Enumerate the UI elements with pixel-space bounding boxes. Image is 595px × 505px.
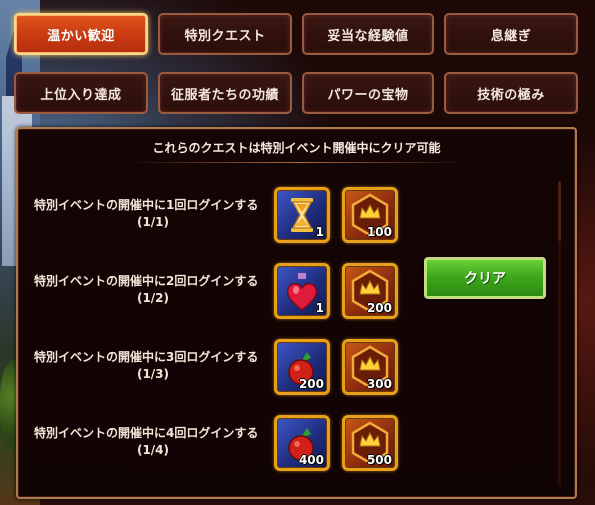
quest-description: 特別イベントの開催中に2回ログインする	[34, 274, 259, 288]
tab-power-treasure[interactable]: パワーの宝物	[302, 72, 434, 114]
reward-qty: 400	[298, 453, 324, 467]
tab-conquerors-deeds[interactable]: 征服者たちの功績	[158, 72, 292, 114]
quest-panel: これらのクエストは特別イベント開催中にクリア可能 特別イベントの開催中に1回ログ…	[16, 127, 577, 499]
reward-item[interactable]: 300	[342, 339, 398, 395]
quest-row: 特別イベントの開催中に1回ログインする (1/1) 1 100 クリア	[18, 187, 575, 299]
quest-row: 特別イベントの開催中に4回ログインする (1/4) 400 500	[18, 415, 575, 503]
quest-label: 特別イベントの開催中に4回ログインする (1/4)	[34, 425, 279, 459]
quest-description: 特別イベントの開催中に4回ログインする	[34, 426, 259, 440]
panel-title: これらのクエストは特別イベント開催中にクリア可能	[152, 141, 441, 155]
reward-item[interactable]: 400	[274, 415, 330, 471]
reward-qty: 200	[366, 301, 392, 315]
quest-progress: (1/3)	[136, 367, 170, 381]
quest-row: 特別イベントの開催中に2回ログインする (1/2) 1 200	[18, 263, 575, 351]
reward-item[interactable]: 1	[274, 263, 330, 319]
tab-special-quest[interactable]: 特別クエスト	[158, 13, 292, 55]
title-divider	[128, 162, 468, 163]
quest-progress: (1/1)	[136, 215, 170, 229]
quest-description: 特別イベントの開催中に3回ログインする	[34, 350, 259, 364]
reward-qty: 1	[315, 225, 324, 239]
quest-progress: (1/4)	[136, 443, 170, 457]
reward-item[interactable]: 200	[274, 339, 330, 395]
tab-tech-mastery[interactable]: 技術の極み	[444, 72, 578, 114]
reward-item[interactable]: 200	[342, 263, 398, 319]
quest-row: 特別イベントの開催中に3回ログインする (1/3) 200 300	[18, 339, 575, 427]
reward-qty: 500	[366, 453, 392, 467]
quest-label: 特別イベントの開催中に1回ログインする (1/1)	[34, 197, 279, 231]
reward-item[interactable]: 1	[274, 187, 330, 243]
quest-label: 特別イベントの開催中に3回ログインする (1/3)	[34, 349, 279, 383]
tab-breather[interactable]: 息継ぎ	[444, 13, 578, 55]
quest-progress: (1/2)	[136, 291, 170, 305]
reward-qty: 300	[366, 377, 392, 391]
reward-qty: 200	[298, 377, 324, 391]
tab-reasonable-exp[interactable]: 妥当な経験値	[302, 13, 434, 55]
quest-description: 特別イベントの開催中に1回ログインする	[34, 198, 259, 212]
tab-warm-welcome[interactable]: 温かい歓迎	[14, 13, 148, 55]
reward-qty: 100	[366, 225, 392, 239]
tab-top-rank[interactable]: 上位入り達成	[14, 72, 148, 114]
reward-item[interactable]: 500	[342, 415, 398, 471]
reward-qty: 1	[315, 301, 324, 315]
reward-item[interactable]: 100	[342, 187, 398, 243]
quest-label: 特別イベントの開催中に2回ログインする (1/2)	[34, 273, 279, 307]
